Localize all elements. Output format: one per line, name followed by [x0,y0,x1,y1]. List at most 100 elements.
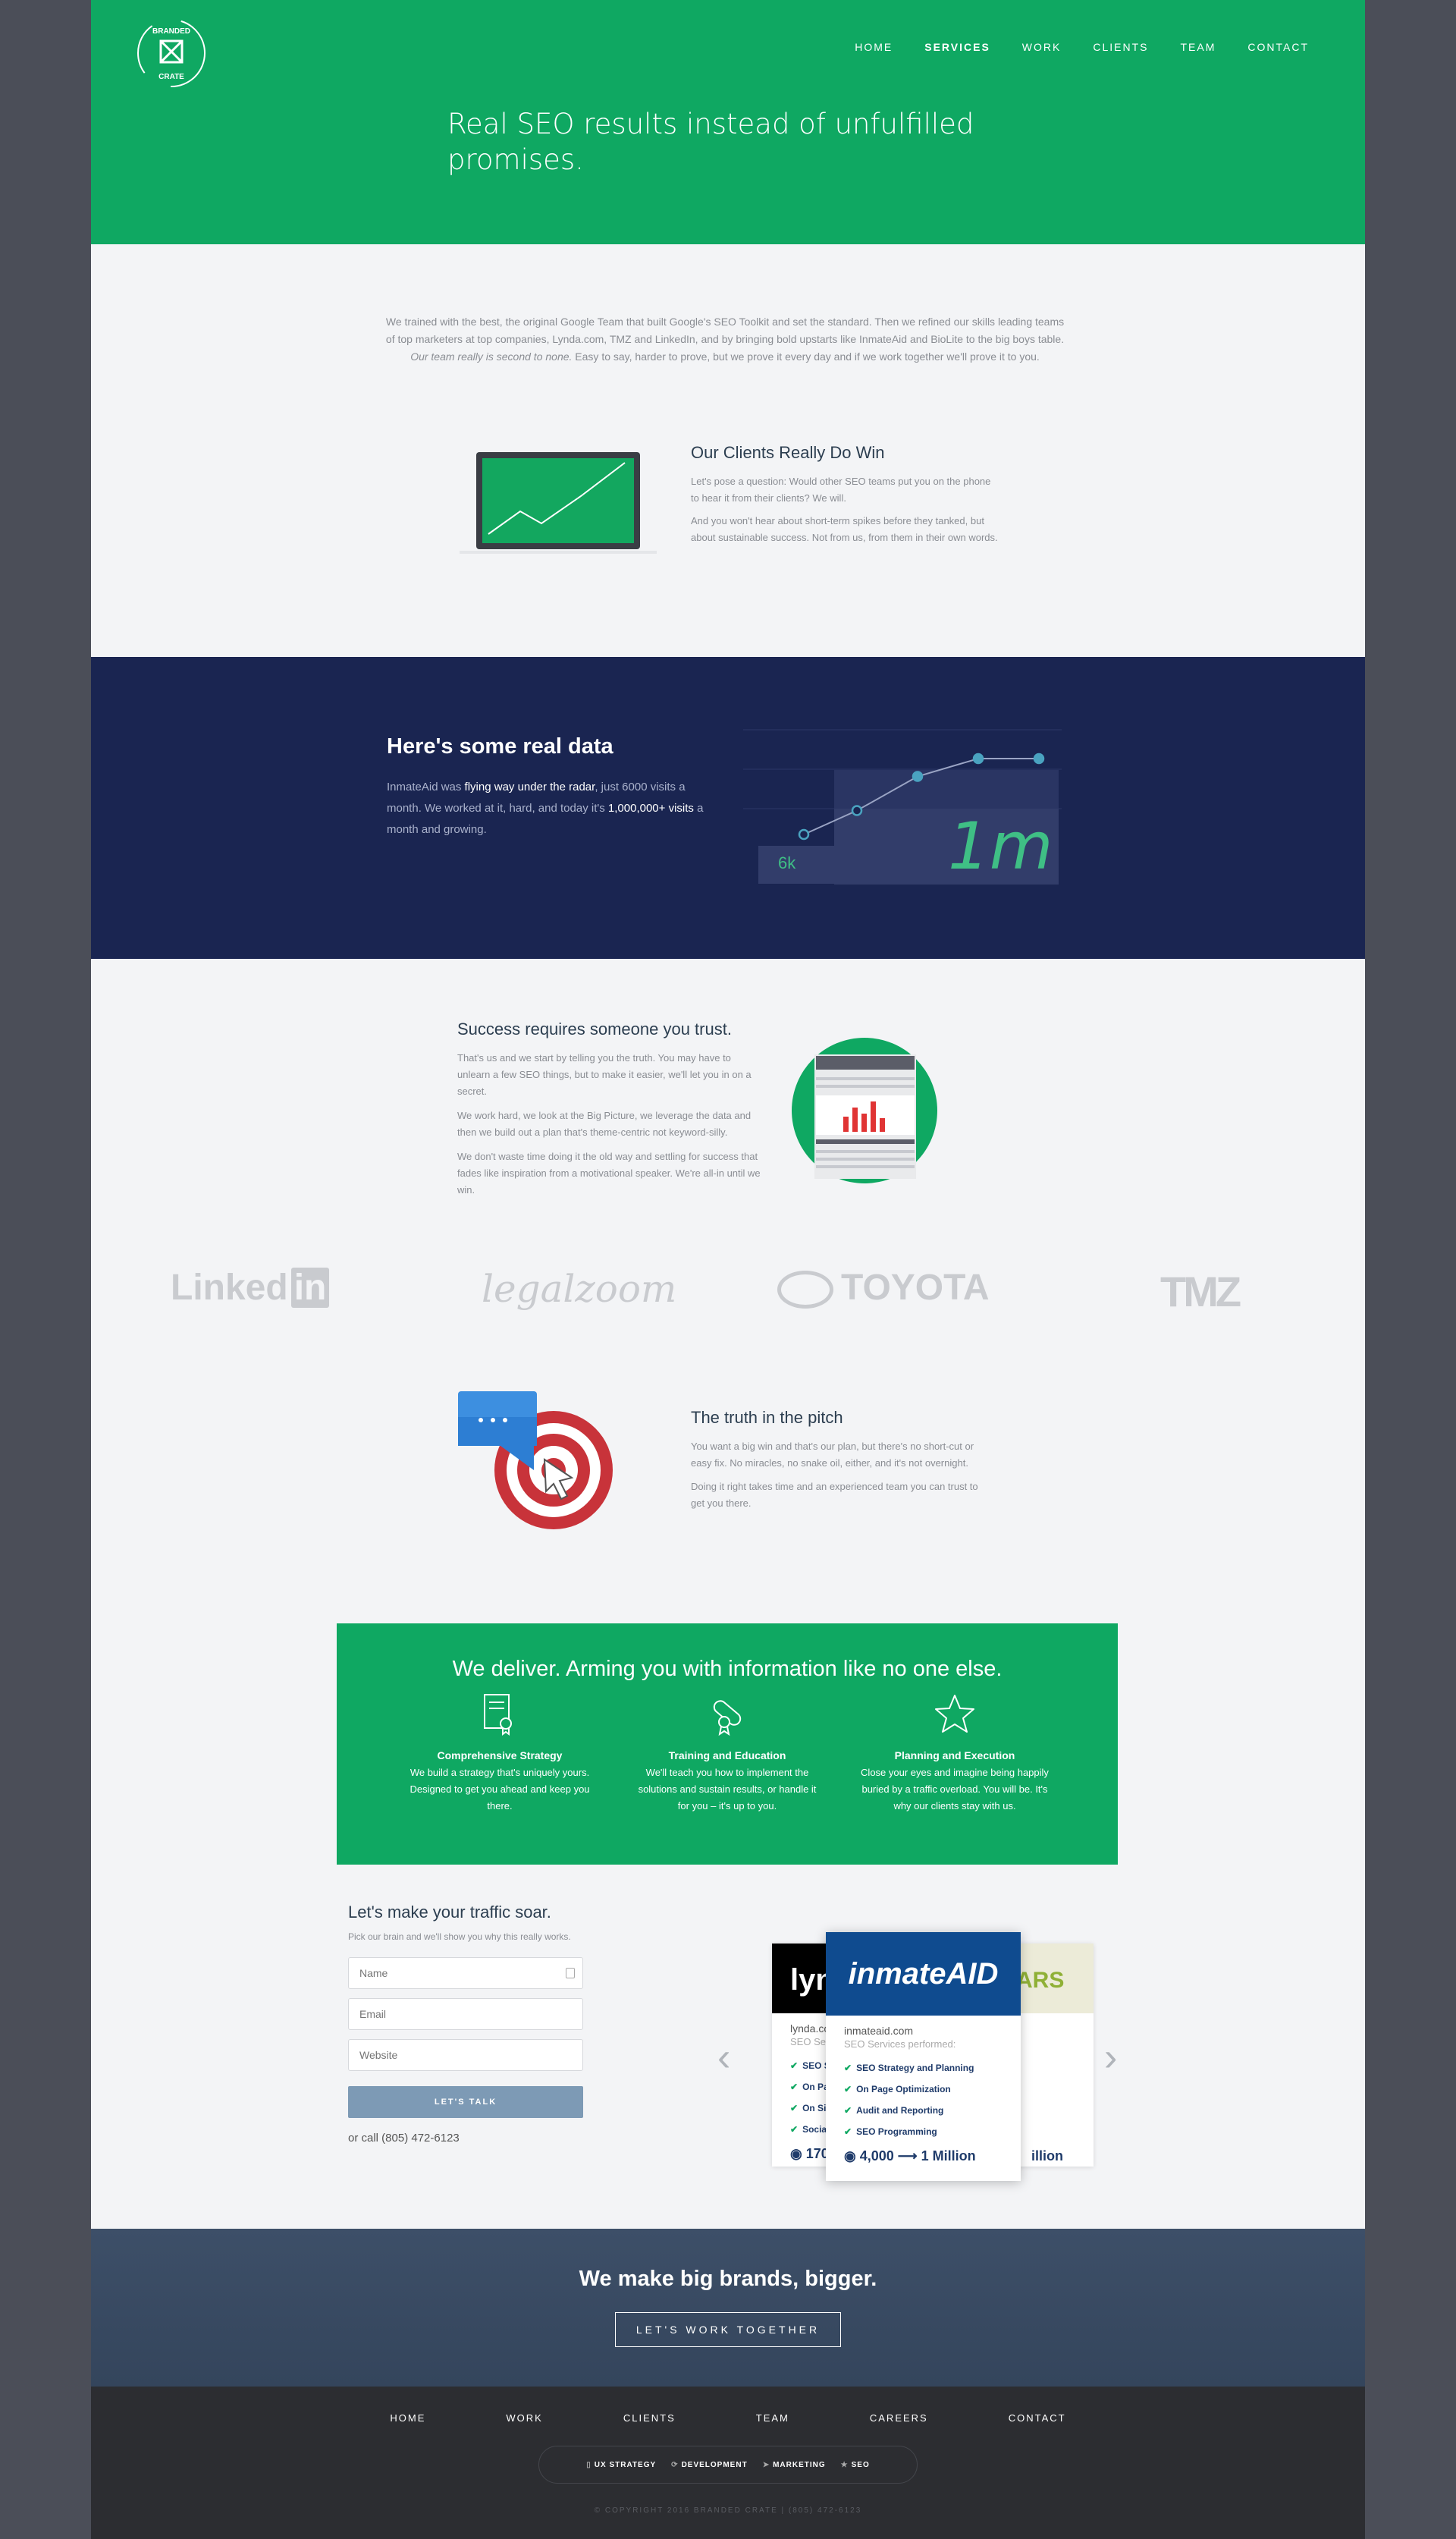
main-nav: HOME SERVICES WORK CLIENTS TEAM CONTACT [855,41,1309,53]
list-item: ✔ Audit and Reporting [844,2100,1021,2121]
deliver-panel: We deliver. Arming you with information … [337,1623,1118,1865]
arrow-right-icon: ⟶ [897,2148,918,2163]
list-item-label: Audit and Reporting [856,2105,944,2116]
inmateaid-logo: inmateAID [826,1932,1021,2016]
chart-area-low [758,846,834,884]
service-marketing[interactable]: ➤ MARKETING [763,2461,826,2469]
carousel-next-icon[interactable]: › [1104,2035,1117,2080]
service-ux-label: UX STRATEGY [594,2460,657,2469]
brand-linkedin-logo: Linked in [171,1267,330,1309]
result-from: 4,000 [859,2148,894,2163]
list-item-label: SEO Programming [856,2126,937,2137]
footer-nav-clients[interactable]: CLIENTS [623,2412,676,2424]
feature-planning-desc: Close your eyes and imagine being happil… [861,1767,1049,1812]
toyota-emblem-icon [777,1271,833,1309]
truth-title: The truth in the pitch [691,1408,843,1427]
diploma-icon [713,1700,742,1736]
svg-text:BRANDED: BRANDED [152,27,190,36]
data-section [91,657,1365,959]
nav-team[interactable]: TEAM [1180,41,1216,53]
chart-low-label: 6k [778,853,796,872]
list-item: ✔ On Page Optimization [844,2079,1021,2100]
code-icon: ⟳ [671,2460,679,2469]
card-subtitle: SEO Services performed: [844,2038,956,2050]
report-chart-icon [792,1038,937,1183]
success-paragraph-2: We work hard, we look at the Big Picture… [457,1110,752,1138]
rocket-icon: ➤ [762,2460,770,2469]
list-item-label: SEO Strategy and Planning [856,2063,974,2073]
brand-toyota-logo: TOYOTA [777,1267,990,1309]
chart-point [851,805,863,816]
footer-nav-contact[interactable]: CONTACT [1009,2412,1066,2424]
success-paragraph-1: That's us and we start by telling you th… [457,1052,752,1097]
check-icon: ✔ [790,2082,799,2092]
footer-nav-careers[interactable]: CAREERS [870,2412,928,2424]
copyright: © COPYRIGHT 2016 BRANDED CRATE | (805) 4… [594,2506,862,2515]
page: BRANDED CRATE HOME SERVICES WORK CLIENTS… [91,0,1365,2539]
data-highlight-1: flying way under the radar [464,781,595,793]
card-result: ◉ 4,000 ⟶ 1 Million [826,2142,1021,2164]
footer-nav-team[interactable]: TEAM [756,2412,789,2424]
check-icon: ✔ [790,2060,799,2071]
clients-title: Our Clients Really Do Win [691,443,885,462]
feature-planning-title: Planning and Execution [894,1749,1015,1761]
brand-toyota-text: TOYOTA [841,1268,990,1308]
star-icon [935,1695,974,1733]
check-icon: ✔ [844,2105,852,2116]
list-item: ✔ SEO Programming [844,2121,1021,2142]
footer: HOME WORK CLIENTS TEAM CAREERS CONTACT ▯… [91,2387,1365,2539]
data-text: InmateAid was flying way under the radar… [387,777,720,841]
data-highlight-2: 1,000,000+ visits [607,802,694,815]
list-item: ✔ SEO Strategy and Planning [844,2057,1021,2079]
chart-point [912,771,924,782]
nav-clients[interactable]: CLIENTS [1093,41,1148,53]
feature-strategy-title: Comprehensive Strategy [437,1749,563,1761]
list-item-label: On Pa [802,2082,829,2092]
brand-tmz-logo: TMZ [1160,1268,1241,1315]
clients-paragraph-2: And you won't hear about short-term spik… [691,515,998,543]
name-field[interactable] [348,1957,583,1989]
eye-icon: ◉ [844,2148,856,2163]
brand-linkedin-in: in [290,1268,330,1308]
service-ux[interactable]: ▯ UX STRATEGY [586,2461,656,2469]
chart-high-label: 1m [948,809,1053,885]
check-icon: ✔ [844,2126,852,2137]
call-text: or call (805) 472-6123 [348,2132,460,2145]
truth-paragraph-1: You want a big win and that's our plan, … [691,1441,974,1469]
case-card-inmateaid[interactable]: inmateAID inmateaid.com SEO Services per… [826,1932,1021,2181]
cta-section: We make big brands, bigger. LET'S WORK T… [91,2229,1365,2387]
deliver-title: We deliver. Arming you with information … [452,1657,1003,1681]
service-seo[interactable]: ★ SEO [841,2461,870,2469]
star-icon: ★ [840,2460,849,2469]
lets-talk-button[interactable]: LET'S TALK [348,2086,583,2118]
footer-nav: HOME WORK CLIENTS TEAM CAREERS CONTACT [91,2412,1365,2424]
check-icon: ✔ [790,2103,799,2113]
card-services-list: ✔ SEO Strategy and Planning ✔ On Page Opti… [826,2050,1021,2142]
footer-services: ▯ UX STRATEGY ⟳ DEVELOPMENT ➤ MARKETING ★ SE… [538,2446,918,2484]
feature-strategy-desc: We build a strategy that's uniquely your… [410,1767,590,1812]
email-field[interactable] [348,1998,583,2030]
mobile-icon: ▯ [586,2460,592,2469]
inmateaid-logo-text: inmateAID [848,1956,999,1991]
feature-training-desc: We'll teach you how to implement the sol… [638,1767,817,1812]
laptop-growth-illustration [460,452,657,554]
chart-point [972,753,984,765]
footer-nav-work[interactable]: WORK [506,2412,542,2424]
result-to: 1 Million [921,2148,976,2163]
target-chat-icon [458,1391,613,1529]
card-domain: inmateaid.com [844,2025,914,2037]
carousel-prev-icon[interactable]: ‹ [717,2035,730,2080]
branded-crate-logo[interactable]: BRANDED CRATE [135,17,208,90]
nav-home[interactable]: HOME [855,41,893,53]
service-seo-label: SEO [851,2460,870,2469]
eye-icon: ◉ [790,2146,802,2161]
chart-point [798,828,810,841]
website-field[interactable] [348,2039,583,2071]
nav-work[interactable]: WORK [1022,41,1062,53]
lets-work-together-button[interactable]: LET'S WORK TOGETHER [615,2312,841,2347]
intro-emphasis: Our team really is second to none. [410,350,573,363]
nav-contact[interactable]: CONTACT [1247,41,1309,53]
nav-services[interactable]: SERVICES [924,41,990,53]
service-development[interactable]: ⟳ DEVELOPMENT [671,2461,748,2469]
footer-nav-home[interactable]: HOME [390,2412,425,2424]
